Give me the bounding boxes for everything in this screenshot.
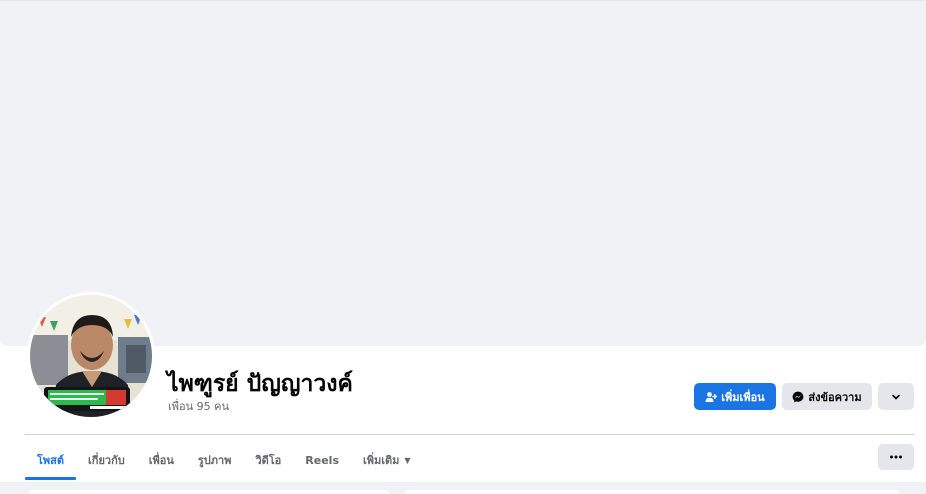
tab-more[interactable]: เพิ่มเติม ▼ [351,440,423,480]
tab-label: เพิ่มเติม [363,454,400,467]
tab-label: วิดีโอ [255,454,282,467]
tab-posts[interactable]: โพสต์ [25,440,77,480]
message-label: ส่งข้อความ [808,390,862,404]
intro-card [28,490,390,494]
profile-tabs: โพสต์ เกี่ยวกับ เพื่อน รูปภาพ วิดีโอ Ree… [25,440,423,480]
tab-reels[interactable]: Reels [293,440,351,480]
add-friend-label: เพิ่มเพื่อน [721,390,765,404]
tab-label: เกี่ยวกับ [88,454,125,467]
profile-picture[interactable] [27,292,155,420]
cover-top-border [0,0,926,1]
tab-label: รูปภาพ [197,454,232,467]
avatar-photo [30,295,152,417]
avatar[interactable] [30,295,152,417]
tab-videos[interactable]: วิดีโอ [243,440,293,480]
person-plus-icon [705,391,718,402]
message-button[interactable]: ส่งข้อความ [782,383,872,410]
profile-divider [25,434,914,435]
tab-photos[interactable]: รูปภาพ [186,440,244,480]
tab-label: เพื่อน [148,454,174,467]
profile-page: ไพฑูรย์ ปัญญาวงค์ เพื่อน 95 คน เพิ่มเพื่… [0,0,926,494]
post-composer-card [404,490,900,494]
cover-photo[interactable] [0,0,926,346]
tab-label: โพสต์ [37,454,65,467]
tab-menu-button[interactable] [878,444,914,470]
chevron-down-icon [892,394,900,399]
friends-count[interactable]: เพื่อน 95 คน [168,397,229,415]
tab-friends[interactable]: เพื่อน [137,440,186,480]
caret-down-icon: ▼ [404,455,411,465]
tab-label: Reels [305,453,339,467]
messenger-icon [793,391,804,402]
tab-about[interactable]: เกี่ยวกับ [76,440,137,480]
ellipsis-icon [890,455,902,459]
profile-menu-button[interactable] [878,383,914,410]
add-friend-button[interactable]: เพิ่มเพื่อน [694,383,776,410]
